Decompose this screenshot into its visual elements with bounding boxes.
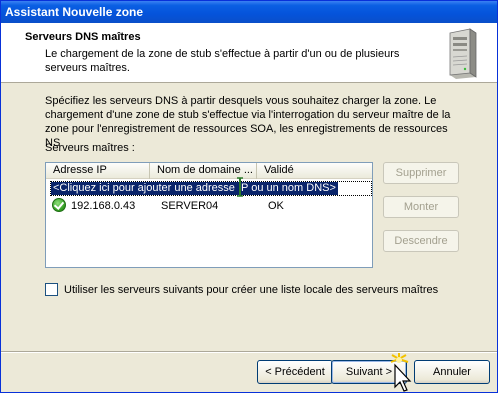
cell-domain-name: SERVER04 <box>161 200 219 212</box>
back-button[interactable]: < Précédent <box>257 360 333 384</box>
window-title: Assistant Nouvelle zone <box>5 5 144 19</box>
cancel-button[interactable]: Annuler <box>414 360 490 384</box>
page-description: Le chargement de la zone de stub s'effec… <box>45 48 400 74</box>
move-up-button[interactable]: Monter <box>383 196 459 218</box>
table-row[interactable]: 192.168.0.43 SERVER04 OK <box>50 198 370 214</box>
wizard-window: Assistant Nouvelle zone Serveurs DNS maî… <box>0 0 498 393</box>
mouse-pointer-icon <box>390 353 412 392</box>
list-header: Adresse IP Nom de domaine ... Validé <box>46 163 372 179</box>
add-server-row[interactable]: <Cliquez ici pour ajouter une adresse IP… <box>50 181 372 196</box>
wizard-body: Spécifiez les serveurs DNS à partir desq… <box>1 84 497 352</box>
delete-button[interactable]: Supprimer <box>383 162 459 184</box>
move-down-button[interactable]: Descendre <box>383 230 459 252</box>
master-servers-label: Serveurs maîtres : <box>45 142 135 154</box>
text-cursor-icon <box>237 177 243 197</box>
local-list-checkbox[interactable] <box>45 283 58 296</box>
local-list-checkbox-label[interactable]: Utiliser les serveurs suivants pour crée… <box>64 284 438 296</box>
ok-check-icon <box>52 198 66 212</box>
column-ip-address[interactable]: Adresse IP <box>46 163 150 179</box>
server-icon <box>449 28 477 79</box>
footer-separator <box>1 351 497 353</box>
master-servers-list[interactable]: Adresse IP Nom de domaine ... Validé <Cl… <box>45 162 373 268</box>
add-server-prompt[interactable]: <Cliquez ici pour ajouter une adresse IP… <box>51 182 338 195</box>
page-title: Serveurs DNS maîtres <box>25 31 141 43</box>
wizard-header: Serveurs DNS maîtres Le chargement de la… <box>1 23 497 83</box>
column-validated[interactable]: Validé <box>257 163 372 179</box>
cell-ip-address: 192.168.0.43 <box>71 200 136 212</box>
cell-validated: OK <box>268 200 284 212</box>
title-bar[interactable]: Assistant Nouvelle zone <box>1 1 497 23</box>
local-list-option[interactable]: Utiliser les serveurs suivants pour crée… <box>45 283 438 296</box>
